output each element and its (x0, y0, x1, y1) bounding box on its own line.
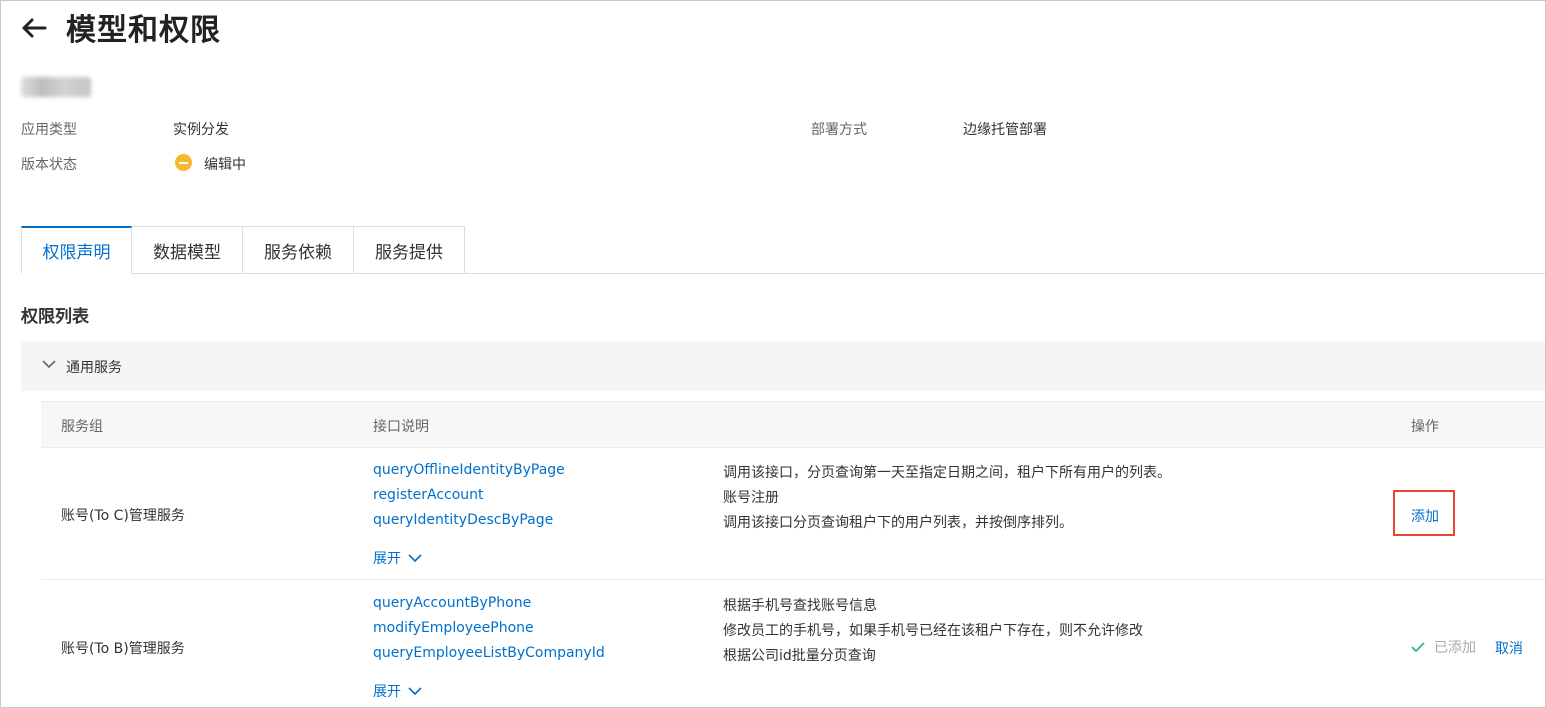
editing-status-icon (175, 154, 192, 171)
api-description: 调用该接口，分页查询第一天至指定日期之间，租户下所有用户的列表。 (723, 465, 1171, 481)
expand-button[interactable]: 展开 (373, 681, 423, 701)
app-name-blurred (21, 77, 91, 97)
check-icon (1411, 642, 1425, 653)
column-header-group: 服务组 (61, 419, 103, 435)
row-divider (41, 579, 1545, 580)
service-group-label: 通用服务 (66, 360, 122, 376)
arrow-left-icon[interactable] (19, 13, 49, 43)
api-link[interactable]: queryAccountByPhone (373, 595, 531, 611)
service-group-header[interactable]: 通用服务 (21, 341, 1545, 391)
api-description: 根据公司id批量分页查询 (723, 648, 876, 664)
tab-service-dependency[interactable]: 服务依赖 (243, 226, 354, 274)
column-header-action: 操作 (1411, 419, 1439, 435)
expand-label: 展开 (373, 684, 401, 700)
api-description: 调用该接口分页查询租户下的用户列表，并按倒序排列。 (723, 515, 1073, 531)
status-label: 版本状态 (21, 157, 77, 173)
deploy-value: 边缘托管部署 (963, 122, 1047, 138)
tab-divider (132, 273, 1545, 274)
status-value: 编辑中 (204, 157, 246, 173)
table-header: 服务组 接口说明 操作 (41, 401, 1545, 448)
api-link[interactable]: queryOfflineIdentityByPage (373, 462, 565, 478)
chevron-down-icon (408, 687, 422, 696)
api-description: 修改员工的手机号，如果手机号已经在该租户下存在，则不允许修改 (723, 623, 1143, 639)
added-label: 已添加 (1434, 640, 1476, 656)
api-description: 根据手机号查找账号信息 (723, 598, 877, 614)
api-link[interactable]: queryEmployeeListByCompanyId (373, 645, 605, 661)
deploy-label: 部署方式 (811, 122, 867, 138)
app-type-label: 应用类型 (21, 122, 77, 138)
cancel-button[interactable]: 取消 (1495, 638, 1523, 658)
row-group-name: 账号(To B)管理服务 (61, 641, 185, 657)
page-frame: 模型和权限 应用类型 实例分发 部署方式 边缘托管部署 版本状态 编辑中 权限声… (0, 0, 1546, 708)
api-link[interactable]: queryIdentityDescByPage (373, 512, 553, 528)
api-link[interactable]: registerAccount (373, 487, 484, 503)
app-type-value: 实例分发 (173, 122, 229, 138)
tab-bar: 权限声明 数据模型 服务依赖 服务提供 (21, 226, 465, 274)
tab-service-provided[interactable]: 服务提供 (354, 226, 465, 274)
api-link[interactable]: modifyEmployeePhone (373, 620, 534, 636)
row-group-name: 账号(To C)管理服务 (61, 508, 185, 524)
column-header-api: 接口说明 (373, 419, 429, 435)
api-description: 账号注册 (723, 490, 779, 506)
chevron-down-icon[interactable] (42, 357, 56, 371)
added-status: 已添加 (1410, 637, 1476, 657)
chevron-down-icon (408, 554, 422, 563)
expand-label: 展开 (373, 551, 401, 567)
add-button[interactable]: 添加 (1411, 506, 1439, 526)
tab-permission-declaration[interactable]: 权限声明 (21, 226, 132, 274)
section-title: 权限列表 (21, 307, 89, 327)
page-title: 模型和权限 (66, 13, 221, 48)
expand-button[interactable]: 展开 (373, 548, 423, 568)
tab-data-model[interactable]: 数据模型 (132, 226, 243, 274)
